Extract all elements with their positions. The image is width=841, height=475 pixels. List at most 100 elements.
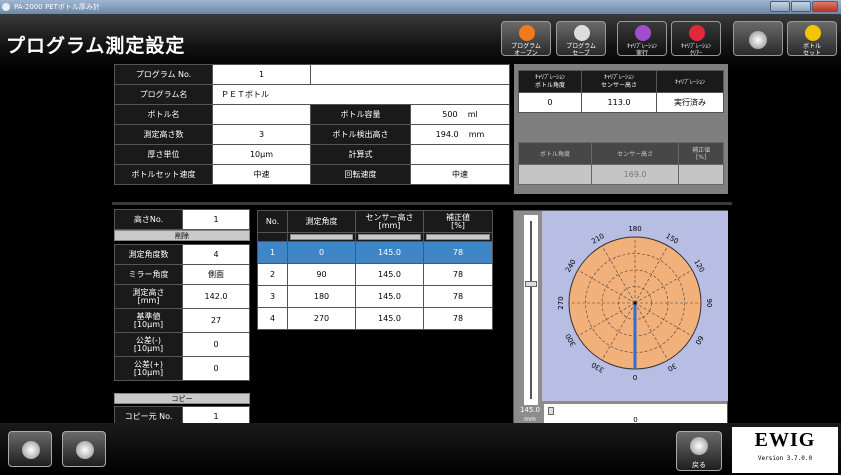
horizontal-slider-thumb[interactable] bbox=[548, 407, 554, 415]
set-speed-field[interactable]: 中速 bbox=[212, 164, 311, 185]
sort-angle-button[interactable] bbox=[287, 232, 356, 242]
calib2-angle-header: ボトル角度 bbox=[517, 142, 593, 165]
polar-center bbox=[633, 301, 637, 305]
play-icon bbox=[635, 25, 651, 41]
info-icon bbox=[805, 25, 821, 41]
angle-table-header-correction: 補正値 [%] bbox=[423, 210, 493, 233]
minimize-button[interactable] bbox=[770, 1, 790, 12]
calibration-run-button[interactable]: ｷｬﾘﾌﾞﾚｰｼｮﾝ 実行 bbox=[617, 21, 667, 56]
calib2-height-header: センサー高さ bbox=[591, 142, 680, 165]
app-icon bbox=[2, 3, 10, 11]
program-name-field[interactable]: ＰＥＴボトル bbox=[212, 84, 510, 105]
calibration-clear-button[interactable]: ｷｬﾘﾌﾞﾚｰｼｮﾝ ｸﾘｱｰ bbox=[671, 21, 721, 56]
angle-count-field[interactable]: 4 bbox=[182, 244, 250, 265]
bottom-left-button-2[interactable] bbox=[62, 431, 106, 467]
window-titlebar: PA-2000 PETボトル厚み計 bbox=[0, 0, 841, 14]
delete-button[interactable]: 削除 bbox=[114, 230, 250, 241]
program-no-label: プログラム No. bbox=[114, 64, 213, 85]
bottle-capacity-unit: ml bbox=[467, 110, 478, 119]
height-no-field[interactable]: 1 bbox=[182, 209, 250, 230]
vertical-slider-unit: mm bbox=[524, 416, 536, 423]
calib2-status-header: 補正値 [%] bbox=[678, 142, 724, 165]
circle-icon bbox=[76, 441, 94, 459]
maximize-button[interactable] bbox=[791, 1, 811, 12]
detect-height-field[interactable]: 194.0 mm bbox=[410, 124, 510, 145]
calib-status-value: 実行済み bbox=[656, 92, 724, 113]
bottle-name-label: ボトル名 bbox=[114, 104, 213, 125]
angle-table-header-no: No. bbox=[257, 210, 288, 233]
bottom-bar: 戻る EWIG Version 3.7.0.0 2015/03/03 10:41… bbox=[0, 423, 841, 475]
measure-height-field[interactable]: 142.0 bbox=[182, 284, 250, 309]
bottom-left-button-1[interactable] bbox=[8, 431, 52, 467]
back-arrow-icon bbox=[690, 437, 708, 455]
vertical-slider-value: 145.0 bbox=[519, 406, 541, 414]
thickness-unit-field[interactable]: 10μm bbox=[212, 144, 311, 165]
sort-height-button[interactable] bbox=[355, 232, 424, 242]
horizontal-slider-track[interactable]: 0 bbox=[544, 404, 727, 424]
table-row[interactable]: 4 270 145.0 78 bbox=[257, 307, 493, 330]
formula-label: 計算式 bbox=[310, 144, 411, 165]
measure-height-label: 測定高さ [mm] bbox=[114, 284, 183, 309]
angle-table-sort-blank bbox=[257, 232, 288, 242]
tolerance-minus-field[interactable]: 0 bbox=[182, 332, 250, 357]
folder-icon bbox=[519, 25, 535, 41]
program-save-button[interactable]: プログラム セーブ bbox=[556, 21, 606, 56]
circle-icon bbox=[22, 441, 40, 459]
measure-count-label: 測定高さ数 bbox=[114, 124, 213, 145]
height-no-label: 高さNo. bbox=[114, 209, 183, 230]
calib-height-value: 113.0 bbox=[580, 92, 658, 113]
page-title: プログラム測定設定 bbox=[6, 35, 186, 57]
measure-count-field[interactable]: 3 bbox=[212, 124, 311, 145]
bottle-set-button[interactable]: ボトル セット bbox=[787, 21, 837, 56]
row-angle: 0 bbox=[287, 241, 356, 264]
save-icon bbox=[574, 25, 590, 41]
row-correction: 78 bbox=[423, 241, 493, 264]
calib-status-header: ｷｬﾘﾌﾞﾚｰｼｮﾝ bbox=[656, 70, 724, 93]
detect-height-label: ボトル検出高さ bbox=[310, 124, 411, 145]
clear-icon bbox=[689, 25, 705, 41]
row-correction: 78 bbox=[423, 263, 493, 286]
mirror-angle-field[interactable]: 側面 bbox=[182, 264, 250, 285]
start-button[interactable] bbox=[733, 21, 783, 56]
polar-label-270: 270 bbox=[557, 296, 565, 309]
formula-field[interactable] bbox=[410, 144, 510, 165]
program-open-button[interactable]: プログラム オープン bbox=[501, 21, 551, 56]
program-settings-table: プログラム No. 1 プログラム名 ＰＥＴボトル ボトル名 ボトル容量 500… bbox=[114, 64, 510, 185]
row-angle: 180 bbox=[287, 285, 356, 308]
detect-height-value: 194.0 bbox=[435, 130, 459, 139]
back-button[interactable]: 戻る bbox=[676, 431, 722, 471]
calibration-panel: ｷｬﾘﾌﾞﾚｰｼｮﾝ ボトル角度 ｷｬﾘﾌﾞﾚｰｼｮﾝ センサー高さ ｷｬﾘﾌﾞ… bbox=[514, 64, 728, 194]
angle-table-header-angle: 測定角度 bbox=[287, 210, 356, 233]
row-height: 145.0 bbox=[355, 285, 424, 308]
row-height: 145.0 bbox=[355, 263, 424, 286]
brand-logo: EWIG bbox=[754, 429, 816, 451]
reference-label: 基準値 [10μm] bbox=[114, 308, 183, 333]
copy-button[interactable]: コピー bbox=[114, 393, 250, 404]
program-no-field[interactable]: 1 bbox=[212, 64, 311, 85]
table-row[interactable]: 3 180 145.0 78 bbox=[257, 285, 493, 308]
calibration-run-label: ｷｬﾘﾌﾞﾚｰｼｮﾝ 実行 bbox=[626, 43, 657, 56]
polar-label-90: 90 bbox=[705, 299, 713, 308]
rotation-speed-field[interactable]: 中速 bbox=[410, 164, 510, 185]
calib-angle-value: 0 bbox=[518, 92, 582, 113]
sort-correction-button[interactable] bbox=[423, 232, 493, 242]
table-row[interactable]: 1 0 145.0 78 bbox=[257, 241, 493, 264]
tolerance-plus-field[interactable]: 0 bbox=[182, 356, 250, 381]
row-correction: 78 bbox=[423, 307, 493, 330]
table-row[interactable]: 2 90 145.0 78 bbox=[257, 263, 493, 286]
row-height: 145.0 bbox=[355, 241, 424, 264]
polar-label-180: 180 bbox=[628, 225, 641, 233]
row-angle: 270 bbox=[287, 307, 356, 330]
height-params-table: 測定角度数 4 ミラー角度 側面 測定高さ [mm] 142.0 基準値 [10μm]… bbox=[114, 244, 250, 381]
close-button[interactable] bbox=[812, 1, 838, 12]
row-no: 2 bbox=[257, 263, 288, 286]
window-title: PA-2000 PETボトル厚み計 bbox=[14, 3, 100, 11]
vertical-slider-track[interactable] bbox=[524, 215, 538, 405]
bottle-capacity-field[interactable]: 500 ml bbox=[410, 104, 510, 125]
reference-field[interactable]: 27 bbox=[182, 308, 250, 333]
polar-panel: 145.0 mm 180 150 120 90 60 30 0 330 300 270 240 210… bbox=[513, 210, 728, 425]
header-bar: プログラム測定設定 プログラム オープン プログラム セーブ ｷｬﾘﾌﾞﾚｰｼｮ… bbox=[0, 14, 841, 70]
vertical-slider-thumb[interactable] bbox=[525, 281, 537, 288]
bottle-name-field[interactable] bbox=[212, 104, 311, 125]
mirror-angle-label: ミラー角度 bbox=[114, 264, 183, 285]
